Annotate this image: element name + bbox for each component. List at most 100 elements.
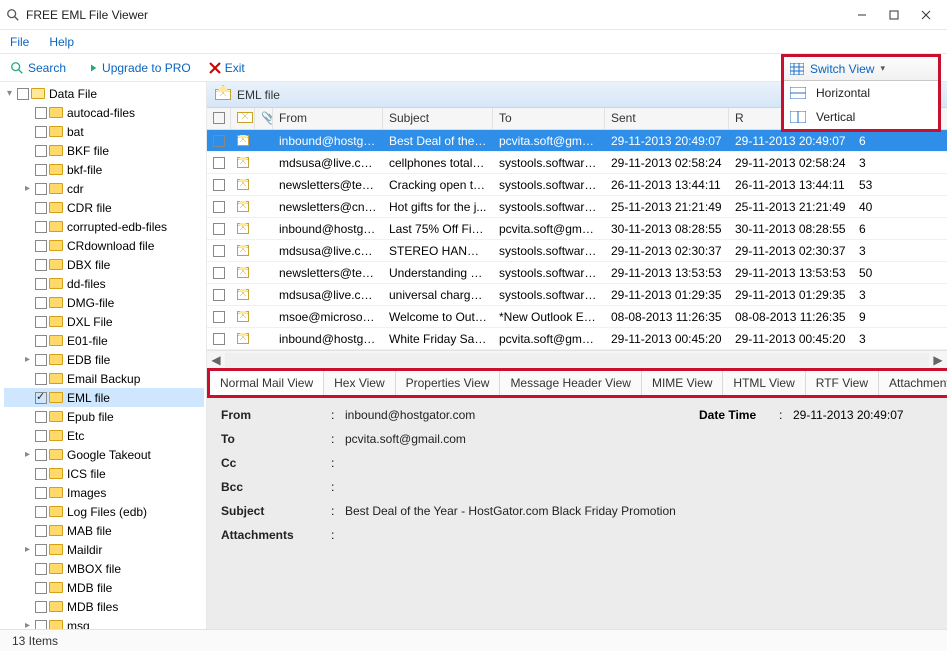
checkbox[interactable] — [35, 107, 47, 119]
checkbox[interactable] — [35, 145, 47, 157]
tree-item[interactable]: MDB files — [4, 597, 204, 616]
table-row[interactable]: inbound@hostga...White Friday Sale ...pc… — [207, 328, 947, 350]
table-row[interactable]: msoe@microsoft.c...Welcome to Outl...*Ne… — [207, 306, 947, 328]
tree-item[interactable]: BKF file — [4, 141, 204, 160]
checkbox[interactable] — [35, 544, 47, 556]
minimize-button[interactable] — [847, 2, 877, 28]
tree-item[interactable]: ▸EDB file — [4, 350, 204, 369]
checkbox[interactable] — [17, 88, 29, 100]
tree-item[interactable]: DXL File — [4, 312, 204, 331]
chevron-right-icon[interactable]: ▸ — [22, 183, 33, 194]
chevron-right-icon[interactable]: ▸ — [22, 354, 33, 365]
toolbar-upgrade[interactable]: Upgrade to PRO — [80, 59, 195, 77]
tree-item[interactable]: corrupted-edb-files — [4, 217, 204, 236]
tree-item[interactable]: Epub file — [4, 407, 204, 426]
tree-item[interactable]: ▸cdr — [4, 179, 204, 198]
column-attachment[interactable]: 📎 — [255, 108, 273, 129]
checkbox[interactable] — [35, 392, 47, 404]
table-row[interactable]: mdsusa@live.comSTEREO HANDSFR...systools… — [207, 240, 947, 262]
column-sent[interactable]: Sent — [605, 108, 729, 129]
chevron-right-icon[interactable]: ▸ — [22, 620, 33, 629]
switch-option-horizontal[interactable]: Horizontal — [784, 81, 938, 105]
tree-item[interactable]: autocad-files — [4, 103, 204, 122]
checkbox[interactable] — [35, 316, 47, 328]
checkbox[interactable] — [35, 335, 47, 347]
tree-root[interactable]: ▾ Data File — [4, 84, 204, 103]
tab-attachments[interactable]: Attachments — [879, 371, 947, 395]
tree-item[interactable]: DMG-file — [4, 293, 204, 312]
menu-file[interactable]: File — [10, 35, 29, 49]
tab-message-header-view[interactable]: Message Header View — [500, 371, 642, 395]
close-button[interactable] — [911, 2, 941, 28]
tree-item[interactable]: Etc — [4, 426, 204, 445]
checkbox[interactable] — [35, 487, 47, 499]
maximize-button[interactable] — [879, 2, 909, 28]
table-row[interactable]: mdsusa@live.comcellphones total c...syst… — [207, 152, 947, 174]
tree-item[interactable]: EML file — [4, 388, 204, 407]
checkbox[interactable] — [35, 259, 47, 271]
tree-item[interactable]: CDR file — [4, 198, 204, 217]
tree-item[interactable]: MBOX file — [4, 559, 204, 578]
toolbar-search[interactable]: Search — [6, 59, 70, 77]
checkbox[interactable] — [35, 126, 47, 138]
tree-item[interactable]: DBX file — [4, 255, 204, 274]
checkbox[interactable] — [35, 278, 47, 290]
checkbox[interactable] — [35, 620, 47, 630]
checkbox[interactable] — [35, 563, 47, 575]
column-checkbox[interactable] — [207, 108, 231, 129]
grid-horizontal-scrollbar[interactable]: ◀▶ — [207, 350, 947, 368]
checkbox[interactable] — [35, 297, 47, 309]
chevron-down-icon[interactable]: ▾ — [4, 88, 15, 99]
table-row[interactable]: mdsusa@live.comuniversal charger ...syst… — [207, 284, 947, 306]
menu-help[interactable]: Help — [49, 35, 74, 49]
tree-item[interactable]: E01-file — [4, 331, 204, 350]
tab-rtf-view[interactable]: RTF View — [806, 371, 879, 395]
row-checkbox[interactable] — [207, 135, 231, 147]
tree-item[interactable]: ▸Maildir — [4, 540, 204, 559]
checkbox[interactable] — [35, 506, 47, 518]
checkbox[interactable] — [35, 411, 47, 423]
folder-tree[interactable]: ▾ Data File autocad-filesbatBKF filebkf-… — [0, 82, 207, 629]
toolbar-exit[interactable]: Exit — [205, 59, 249, 77]
switch-option-vertical[interactable]: Vertical — [784, 105, 938, 129]
tab-hex-view[interactable]: Hex View — [324, 371, 395, 395]
column-from[interactable]: From — [273, 108, 383, 129]
tree-item[interactable]: bat — [4, 122, 204, 141]
checkbox[interactable] — [35, 354, 47, 366]
checkbox[interactable] — [35, 202, 47, 214]
tree-item[interactable]: ▸msg — [4, 616, 204, 629]
tree-item[interactable]: Log Files (edb) — [4, 502, 204, 521]
tree-item[interactable]: Email Backup — [4, 369, 204, 388]
tree-item[interactable]: ▸Google Takeout — [4, 445, 204, 464]
checkbox[interactable] — [35, 582, 47, 594]
tree-item[interactable]: ICS file — [4, 464, 204, 483]
checkbox[interactable] — [35, 430, 47, 442]
checkbox[interactable] — [35, 468, 47, 480]
column-subject[interactable]: Subject — [383, 108, 493, 129]
tree-item[interactable]: bkf-file — [4, 160, 204, 179]
row-checkbox[interactable] — [207, 267, 231, 279]
row-checkbox[interactable] — [207, 245, 231, 257]
tab-normal-mail-view[interactable]: Normal Mail View — [210, 371, 324, 395]
tree-item[interactable]: MAB file — [4, 521, 204, 540]
checkbox[interactable] — [35, 221, 47, 233]
row-checkbox[interactable] — [207, 201, 231, 213]
checkbox[interactable] — [35, 240, 47, 252]
chevron-right-icon[interactable]: ▸ — [22, 449, 33, 460]
switch-view-button[interactable]: Switch View ▾ — [784, 57, 938, 81]
row-checkbox[interactable] — [207, 311, 231, 323]
column-icon[interactable] — [231, 108, 255, 129]
table-row[interactable]: inbound@hostga...Best Deal of the Y...pc… — [207, 130, 947, 152]
table-row[interactable]: newsletters@cnet...Hot gifts for the j..… — [207, 196, 947, 218]
checkbox[interactable] — [35, 373, 47, 385]
tab-html-view[interactable]: HTML View — [723, 371, 805, 395]
tree-item[interactable]: dd-files — [4, 274, 204, 293]
tree-item[interactable]: MDB file — [4, 578, 204, 597]
row-checkbox[interactable] — [207, 157, 231, 169]
row-checkbox[interactable] — [207, 333, 231, 345]
message-grid[interactable]: inbound@hostga...Best Deal of the Y...pc… — [207, 130, 947, 350]
checkbox[interactable] — [35, 164, 47, 176]
checkbox[interactable] — [35, 183, 47, 195]
table-row[interactable]: newsletters@tech...Understanding S...sys… — [207, 262, 947, 284]
row-checkbox[interactable] — [207, 223, 231, 235]
